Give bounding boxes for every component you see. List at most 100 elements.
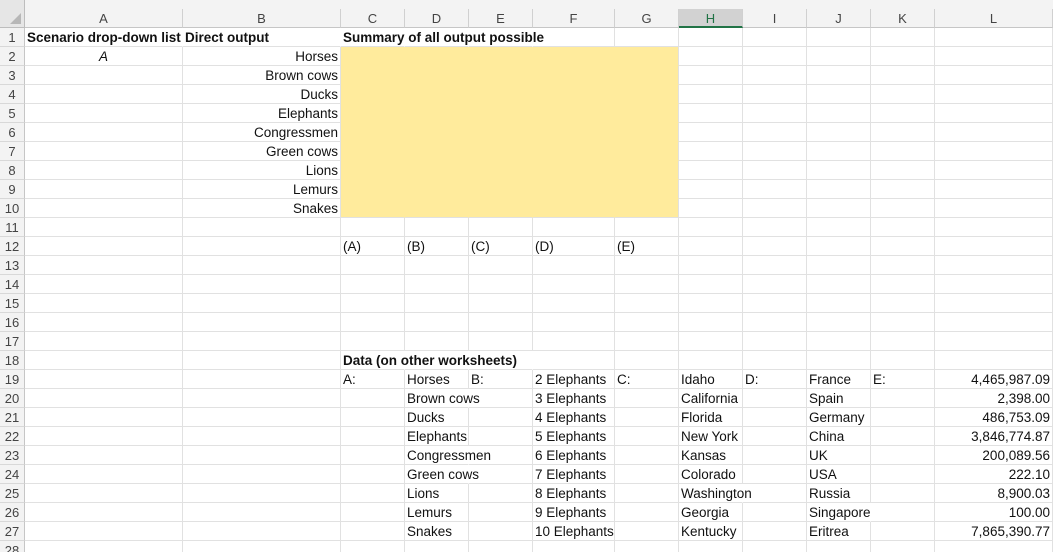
cell-l4[interactable]: [935, 85, 1053, 104]
cell-j27[interactable]: Eritrea: [807, 522, 871, 541]
row-header-2[interactable]: 2: [0, 47, 25, 66]
cell-e17[interactable]: [469, 332, 533, 351]
cell-c26[interactable]: [341, 503, 405, 522]
cell-b11[interactable]: [183, 218, 341, 237]
cell-b1[interactable]: Direct output: [183, 28, 341, 47]
cell-d4[interactable]: [405, 85, 469, 104]
cell-d7[interactable]: [405, 142, 469, 161]
row-header-20[interactable]: 20: [0, 389, 25, 408]
cell-h10[interactable]: [679, 199, 743, 218]
column-header-b[interactable]: B: [183, 9, 341, 28]
cell-c18[interactable]: Data (on other worksheets): [341, 351, 517, 370]
cell-f16[interactable]: [533, 313, 615, 332]
cell-g3[interactable]: [615, 66, 679, 85]
cell-a4[interactable]: [25, 85, 183, 104]
cell-a7[interactable]: [25, 142, 183, 161]
cell-j4[interactable]: [807, 85, 871, 104]
cell-g18[interactable]: [615, 351, 679, 370]
cell-l12[interactable]: [935, 237, 1053, 256]
cell-i19[interactable]: D:: [743, 370, 807, 389]
cell-d17[interactable]: [405, 332, 469, 351]
cell-a15[interactable]: [25, 294, 183, 313]
cell-i7[interactable]: [743, 142, 807, 161]
cell-l20[interactable]: 2,398.00: [935, 389, 1053, 408]
cell-a3[interactable]: [25, 66, 183, 85]
cell-j15[interactable]: [807, 294, 871, 313]
cell-c3[interactable]: [341, 66, 405, 85]
cell-b7[interactable]: Green cows: [183, 142, 341, 161]
column-header-g[interactable]: G: [615, 9, 679, 28]
cell-c2[interactable]: [341, 47, 405, 66]
cell-h14[interactable]: [679, 275, 743, 294]
cell-d18[interactable]: [405, 351, 469, 370]
cell-j11[interactable]: [807, 218, 871, 237]
row-header-4[interactable]: 4: [0, 85, 25, 104]
cell-e13[interactable]: [469, 256, 533, 275]
cell-h11[interactable]: [679, 218, 743, 237]
cell-k8[interactable]: [871, 161, 935, 180]
cell-k16[interactable]: [871, 313, 935, 332]
cell-g14[interactable]: [615, 275, 679, 294]
cell-i15[interactable]: [743, 294, 807, 313]
column-header-l[interactable]: L: [935, 9, 1053, 28]
row-header-11[interactable]: 11: [0, 218, 25, 237]
cell-k6[interactable]: [871, 123, 935, 142]
cell-b12[interactable]: [183, 237, 341, 256]
cell-i23[interactable]: [743, 446, 807, 465]
cell-d10[interactable]: [405, 199, 469, 218]
cell-k1[interactable]: [871, 28, 935, 47]
cell-a22[interactable]: [25, 427, 183, 446]
cell-c16[interactable]: [341, 313, 405, 332]
cell-h19[interactable]: Idaho: [679, 370, 743, 389]
cell-k12[interactable]: [871, 237, 935, 256]
cell-f15[interactable]: [533, 294, 615, 313]
cell-b23[interactable]: [183, 446, 341, 465]
cell-i17[interactable]: [743, 332, 807, 351]
cell-h28[interactable]: [679, 541, 743, 552]
cell-c22[interactable]: [341, 427, 405, 446]
cell-l16[interactable]: [935, 313, 1053, 332]
row-header-26[interactable]: 26: [0, 503, 25, 522]
cell-j22[interactable]: China: [807, 427, 871, 446]
cell-f24[interactable]: 7 Elephants: [533, 465, 615, 484]
cell-g5[interactable]: [615, 104, 679, 123]
cell-i8[interactable]: [743, 161, 807, 180]
cell-k19[interactable]: E:: [871, 370, 935, 389]
cell-k7[interactable]: [871, 142, 935, 161]
cell-j19[interactable]: France: [807, 370, 871, 389]
cell-l22[interactable]: 3,846,774.87: [935, 427, 1053, 446]
cell-f14[interactable]: [533, 275, 615, 294]
cell-l5[interactable]: [935, 104, 1053, 123]
row-header-16[interactable]: 16: [0, 313, 25, 332]
cell-e9[interactable]: [469, 180, 533, 199]
cell-a18[interactable]: [25, 351, 183, 370]
cell-g1[interactable]: [615, 28, 679, 47]
cell-e4[interactable]: [469, 85, 533, 104]
cell-i16[interactable]: [743, 313, 807, 332]
cell-b22[interactable]: [183, 427, 341, 446]
cell-i3[interactable]: [743, 66, 807, 85]
cell-e21[interactable]: [469, 408, 533, 427]
cell-l15[interactable]: [935, 294, 1053, 313]
cell-b3[interactable]: Brown cows: [183, 66, 341, 85]
cell-l7[interactable]: [935, 142, 1053, 161]
cell-f17[interactable]: [533, 332, 615, 351]
cell-h21[interactable]: Florida: [679, 408, 743, 427]
cell-l2[interactable]: [935, 47, 1053, 66]
column-header-i[interactable]: I: [743, 9, 807, 28]
row-header-14[interactable]: 14: [0, 275, 25, 294]
cell-d25[interactable]: Lions: [405, 484, 469, 503]
cell-e10[interactable]: [469, 199, 533, 218]
cell-f25[interactable]: 8 Elephants: [533, 484, 615, 503]
select-all-button[interactable]: [0, 0, 25, 28]
cell-b4[interactable]: Ducks: [183, 85, 341, 104]
cell-g7[interactable]: [615, 142, 679, 161]
cell-d13[interactable]: [405, 256, 469, 275]
cell-b16[interactable]: [183, 313, 341, 332]
cell-j18[interactable]: [807, 351, 871, 370]
cell-k27[interactable]: [871, 522, 935, 541]
cell-e8[interactable]: [469, 161, 533, 180]
cell-k4[interactable]: [871, 85, 935, 104]
cell-j21[interactable]: Germany: [807, 408, 871, 427]
cell-k28[interactable]: [871, 541, 935, 552]
